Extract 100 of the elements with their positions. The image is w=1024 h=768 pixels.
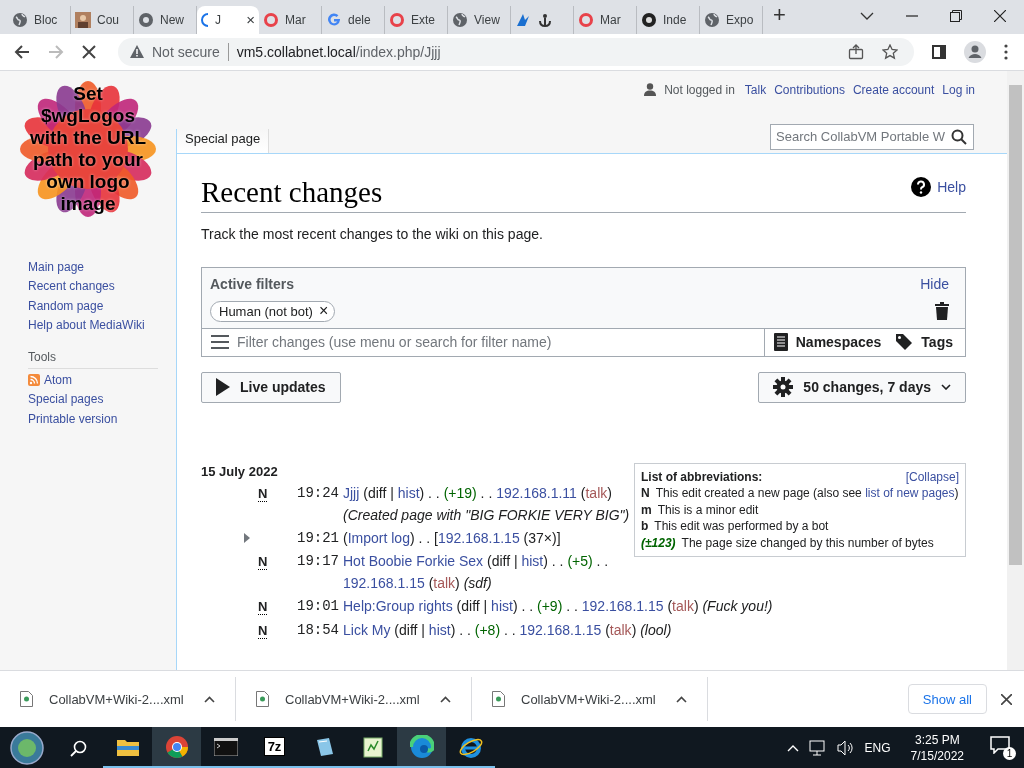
sidebar-link[interactable]: Main page xyxy=(28,257,85,278)
close-icon[interactable] xyxy=(1001,693,1012,705)
back-icon[interactable] xyxy=(14,43,30,60)
browser-tab[interactable]: New xyxy=(134,5,197,34)
page-tab[interactable]: Special page xyxy=(176,128,270,153)
personal-link[interactable]: Log in xyxy=(942,82,975,97)
chevron-up-icon[interactable] xyxy=(440,695,451,703)
new-tab-button[interactable]: + xyxy=(773,1,786,30)
restore-icon[interactable] xyxy=(950,10,962,22)
scrollbar[interactable] xyxy=(1007,70,1024,671)
tab-title: View xyxy=(474,12,500,27)
show-all-button[interactable]: Show all xyxy=(907,684,987,715)
page-link[interactable]: Jjjj xyxy=(343,484,360,501)
browser-tab[interactable]: Cou xyxy=(71,5,134,34)
address-bar[interactable]: Not secure vm5.collabnet.local/index.php/Jjjj xyxy=(118,37,914,66)
sidebar-link[interactable]: Printable version xyxy=(28,409,118,430)
filter-field[interactable]: Filter changes (use menu or search for filter name) xyxy=(237,334,764,351)
download-item[interactable]: CollabVM+Wiki-2....xml xyxy=(472,677,708,722)
new-pages-link[interactable]: list of new pages xyxy=(865,486,955,501)
loading-spinner-icon xyxy=(201,12,209,27)
talk-link[interactable]: talk xyxy=(433,574,456,591)
page-link[interactable]: Hot Boobie Forkie Sex xyxy=(343,552,484,569)
page-link[interactable]: Import log xyxy=(347,529,410,546)
close-tab-button[interactable]: × xyxy=(246,11,255,29)
browser-tab[interactable]: View xyxy=(448,5,511,34)
page-link[interactable]: hist xyxy=(491,597,513,614)
trash-icon[interactable] xyxy=(935,302,949,321)
filter-tag[interactable]: Human (not bot) × xyxy=(210,300,336,322)
browser-tab[interactable]: Mar xyxy=(259,5,322,34)
talk-link[interactable]: talk xyxy=(585,484,608,501)
page-title: Recent changes xyxy=(201,174,383,210)
menu-icon[interactable] xyxy=(1004,43,1008,60)
personal-link[interactable]: Contributions xyxy=(774,82,845,97)
start-button-icon[interactable] xyxy=(10,730,44,765)
taskbar-button[interactable] xyxy=(397,727,446,768)
side-panel-icon[interactable] xyxy=(932,44,946,59)
sidebar-link[interactable]: Random page xyxy=(28,296,104,317)
page-link[interactable]: hist xyxy=(397,484,420,501)
help-link[interactable]: Help xyxy=(937,178,966,195)
browser-tab[interactable]: Expo xyxy=(700,5,763,34)
page-link[interactable]: 192.168.1.15 xyxy=(519,621,602,638)
personal-link[interactable]: Create account xyxy=(852,82,935,97)
abbreviation-description: This edit created a new page (also see list of new pages) xyxy=(655,485,959,502)
sidebar-link[interactable]: Help about MediaWiki xyxy=(28,316,145,336)
page-link[interactable]: Lick My xyxy=(343,621,391,638)
page-link[interactable]: 192.168.1.15 xyxy=(437,529,520,546)
download-item[interactable]: CollabVM+Wiki-2....xml xyxy=(0,677,236,722)
input-language[interactable]: ENG xyxy=(864,740,891,755)
change-entry: Help:Group rights (diff | hist) . . (+9) . . 192.168.1.15 (talk) (Fuck you!) xyxy=(343,596,774,616)
tags-button[interactable]: Tags xyxy=(895,333,953,352)
abbreviation-key: m xyxy=(641,501,652,519)
collapse-link[interactable]: [Collapse] xyxy=(905,468,959,486)
star-icon[interactable] xyxy=(882,43,898,60)
tab-search-icon[interactable] xyxy=(860,11,874,21)
change-time: 19:17 xyxy=(297,551,340,571)
results-settings-button[interactable]: 50 changes, 7 days xyxy=(758,371,966,403)
clock[interactable]: 3:25 PM 7/15/2022 xyxy=(910,731,964,764)
page-link[interactable]: 192.168.1.15 xyxy=(581,597,664,614)
stop-loading-icon[interactable] xyxy=(82,44,96,59)
talk-link[interactable]: talk xyxy=(672,597,694,614)
browser-tab[interactable]: Inde xyxy=(637,5,700,34)
help-icon[interactable] xyxy=(911,176,932,197)
sidebar-link[interactable]: Special pages xyxy=(28,390,104,410)
hide-link[interactable]: Hide xyxy=(920,275,949,292)
profile-icon[interactable] xyxy=(964,40,986,63)
logo-text[interactable]: Set $wgLogos with the URL path to your own logo image xyxy=(24,82,152,215)
warning-icon xyxy=(130,45,144,59)
search-icon[interactable] xyxy=(951,128,967,145)
browser-tab[interactable]: Mar xyxy=(574,5,637,34)
close-icon[interactable] xyxy=(994,10,1006,22)
taskbar-button[interactable] xyxy=(152,727,201,768)
browser-tab[interactable]: Bloc xyxy=(8,5,71,34)
sidebar-link[interactable]: Recent changes xyxy=(28,277,115,297)
page-link[interactable]: Help:Group rights xyxy=(343,597,453,614)
page-link[interactable]: hist xyxy=(521,552,544,569)
browser-tab[interactable]: dele xyxy=(322,5,385,34)
search-field[interactable]: Search CollabVM Portable W xyxy=(770,123,974,150)
chevron-up-icon[interactable] xyxy=(676,695,687,703)
page-link[interactable]: 192.168.1.11 xyxy=(496,484,577,501)
live-updates-button[interactable]: Live updates xyxy=(201,371,341,403)
expand-arrow-icon[interactable] xyxy=(244,532,250,543)
personal-link[interactable]: Talk xyxy=(744,82,767,97)
page-link[interactable]: 192.168.1.15 xyxy=(343,574,425,591)
browser-tab[interactable]: Exte xyxy=(385,5,448,34)
abbreviation-description: The page size changed by this number of bytes xyxy=(681,534,934,552)
change-time: 19:21 xyxy=(297,528,340,548)
taskbar-button[interactable]: 7z xyxy=(250,727,299,768)
talk-link[interactable]: talk xyxy=(609,621,632,638)
download-item[interactable]: CollabVM+Wiki-2....xml xyxy=(236,677,472,722)
network-icon[interactable] xyxy=(808,739,827,756)
document-icon xyxy=(773,333,788,352)
menu-icon[interactable] xyxy=(211,335,229,350)
chevron-up-icon[interactable] xyxy=(204,695,215,703)
page-link[interactable]: hist xyxy=(428,621,451,638)
speaker-icon[interactable] xyxy=(836,739,855,756)
browser-tab[interactable]: J × xyxy=(197,5,259,34)
remove-filter-button[interactable]: × xyxy=(318,304,329,319)
share-icon[interactable] xyxy=(848,43,864,60)
sidebar-link[interactable]: Atom xyxy=(44,370,72,391)
namespaces-button[interactable]: Namespaces xyxy=(773,333,882,352)
